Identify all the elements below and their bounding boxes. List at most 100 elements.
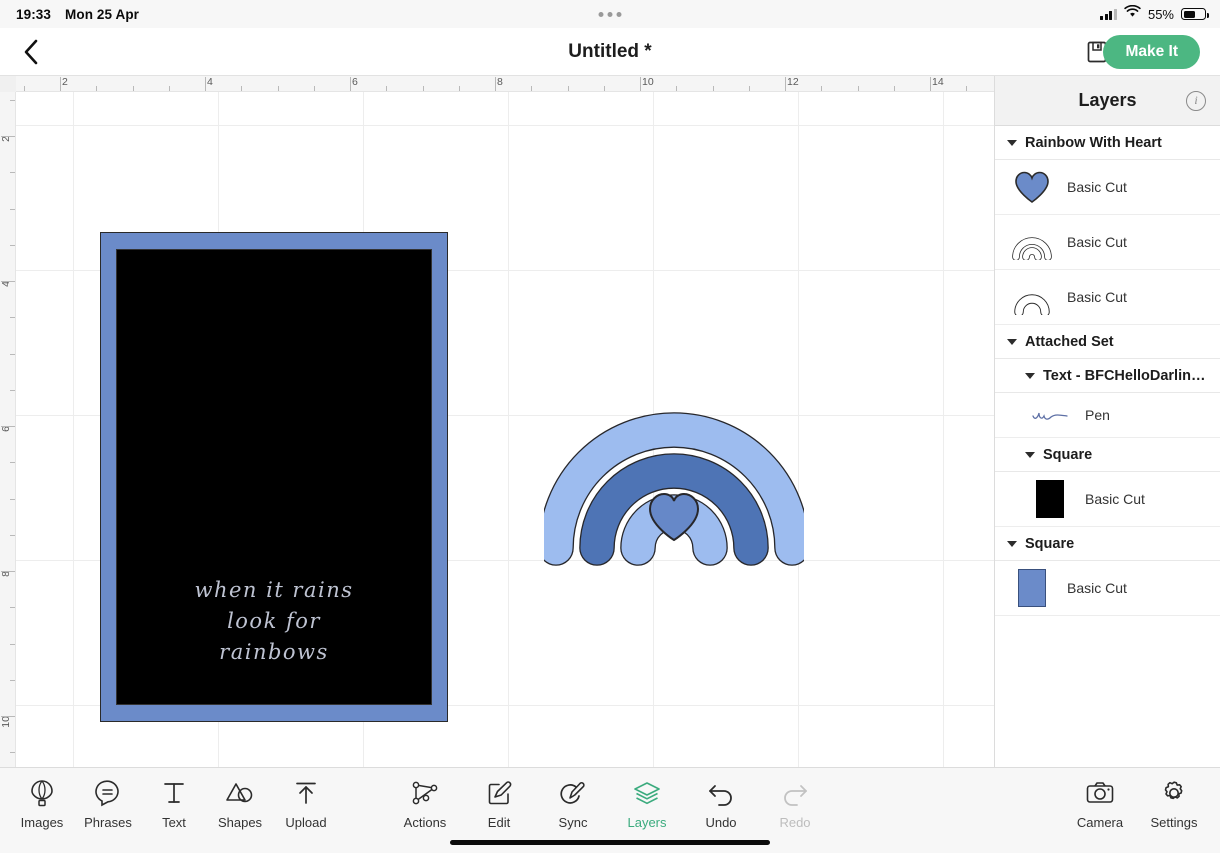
double-arc-thumb-icon xyxy=(1011,221,1053,263)
layers-title: Layers xyxy=(1078,90,1137,110)
layer-row-single-arc[interactable]: Basic Cut xyxy=(995,270,1220,325)
tool-actions[interactable]: Actions xyxy=(397,778,453,830)
tool-sync[interactable]: Sync xyxy=(545,778,601,830)
tool-edit[interactable]: Edit xyxy=(471,778,527,830)
layer-row-label: Basic Cut xyxy=(1067,179,1127,195)
tool-layers[interactable]: Layers xyxy=(619,778,675,830)
blue-square-thumb-icon xyxy=(1011,567,1053,609)
tool-shapes[interactable]: Shapes xyxy=(212,778,268,830)
quote-line-2: look for xyxy=(227,609,321,633)
layer-group-label: Text - BFCHelloDarling-... xyxy=(1043,367,1208,384)
design-canvas[interactable]: when it rains look for rainbows xyxy=(16,92,994,767)
nodes-icon xyxy=(411,778,439,808)
quote-line-3: rainbows xyxy=(219,640,329,664)
layer-group-attached-set[interactable]: Attached Set xyxy=(995,325,1220,359)
tool-label: Layers xyxy=(627,815,667,830)
tool-redo[interactable]: Redo xyxy=(767,778,823,830)
tool-label: Camera xyxy=(1076,815,1124,830)
back-button[interactable] xyxy=(10,28,52,76)
toolbar-left-group: Images Phrases Text Shapes Upload xyxy=(14,778,334,830)
layer-group-square-blue[interactable]: Square xyxy=(995,527,1220,561)
quote-line-1: when it rains xyxy=(194,578,354,602)
caret-down-icon[interactable] xyxy=(1025,372,1035,379)
speech-bubble-icon xyxy=(94,778,122,808)
ruler-h-label: 12 xyxy=(787,76,799,88)
layer-row-label: Basic Cut xyxy=(1067,580,1127,596)
layer-group-rainbow-with-heart[interactable]: Rainbow With Heart xyxy=(995,126,1220,160)
tool-text[interactable]: Text xyxy=(146,778,202,830)
tool-images[interactable]: Images xyxy=(14,778,70,830)
pencil-square-icon xyxy=(485,778,513,808)
ruler-h-label: 2 xyxy=(62,76,68,88)
caret-down-icon[interactable] xyxy=(1007,338,1017,345)
tool-label: Text xyxy=(162,815,186,830)
layers-panel: Layers i Rainbow With Heart Basic Cut Ba… xyxy=(994,76,1220,767)
rainbow-with-heart-object[interactable] xyxy=(538,248,810,568)
layer-group-square-black[interactable]: Square xyxy=(995,438,1220,472)
layer-group-text-bfchellodarling[interactable]: Text - BFCHelloDarling-... xyxy=(995,359,1220,393)
chevron-left-icon xyxy=(24,39,38,65)
info-icon[interactable]: i xyxy=(1186,90,1206,111)
layer-row-pen[interactable]: Pen xyxy=(995,393,1220,438)
status-bar-right: 55% xyxy=(1100,4,1209,23)
layer-row-label: Basic Cut xyxy=(1067,234,1127,250)
layer-row-heart[interactable]: Basic Cut xyxy=(995,160,1220,215)
horizontal-ruler: 2 4 6 8 10 12 14 xyxy=(0,76,994,92)
wifi-icon xyxy=(1124,4,1141,23)
bottom-toolbar: Images Phrases Text Shapes Upload Action… xyxy=(0,767,1220,853)
toolbar-center-group: Actions Edit Sync Layers Undo Redo xyxy=(397,778,823,830)
ruler-v-label: 10 xyxy=(0,716,12,728)
ruler-corner xyxy=(0,76,16,92)
layer-row-double-arc[interactable]: Basic Cut xyxy=(995,215,1220,270)
tool-label: Sync xyxy=(558,815,588,830)
caret-down-icon[interactable] xyxy=(1007,139,1017,146)
script-squiggle-thumb-icon xyxy=(1029,394,1071,436)
tool-camera[interactable]: Camera xyxy=(1072,778,1128,830)
layer-row-blue-square[interactable]: Basic Cut xyxy=(995,561,1220,616)
ruler-h-label: 8 xyxy=(497,76,503,88)
layers-stack-icon xyxy=(633,778,661,808)
poster-object[interactable]: when it rains look for rainbows xyxy=(100,232,448,722)
tool-label: Images xyxy=(20,815,64,830)
tool-label: Upload xyxy=(285,815,327,830)
heart-thumb-icon xyxy=(1011,166,1053,208)
tool-label: Settings xyxy=(1150,815,1198,830)
ruler-h-label: 14 xyxy=(932,76,944,88)
camera-icon xyxy=(1085,778,1115,808)
layer-row-black-square[interactable]: Basic Cut xyxy=(995,472,1220,527)
redo-arrow-icon xyxy=(781,778,809,808)
page-title[interactable]: Untitled * xyxy=(568,41,651,63)
layer-group-label: Square xyxy=(1043,446,1093,463)
tool-label: Undo xyxy=(705,815,737,830)
ruler-h-label: 6 xyxy=(352,76,358,88)
battery-percent: 55% xyxy=(1147,6,1174,22)
multitask-dots-icon[interactable] xyxy=(598,11,622,17)
tool-upload[interactable]: Upload xyxy=(278,778,334,830)
layer-row-label: Basic Cut xyxy=(1085,491,1145,507)
text-t-icon xyxy=(162,778,186,808)
tool-undo[interactable]: Undo xyxy=(693,778,749,830)
ruler-h-label: 10 xyxy=(642,76,654,88)
make-it-button[interactable]: Make It xyxy=(1103,34,1200,69)
poster-black-mat[interactable]: when it rains look for rainbows xyxy=(116,249,432,705)
tool-label: Phrases xyxy=(84,815,132,830)
home-indicator[interactable] xyxy=(450,840,770,845)
tool-label: Actions xyxy=(403,815,447,830)
design-workspace[interactable]: when it rains look for rainbows 2 4 6 8 … xyxy=(0,76,994,767)
tool-settings[interactable]: Settings xyxy=(1146,778,1202,830)
black-square-thumb-icon xyxy=(1029,478,1071,520)
poster-quote-text: when it rains look for rainbows xyxy=(117,575,431,668)
cellular-signal-icon xyxy=(1100,8,1117,20)
tool-label: Redo xyxy=(779,815,811,830)
ruler-h-label: 4 xyxy=(207,76,213,88)
caret-down-icon[interactable] xyxy=(1007,540,1017,547)
caret-down-icon[interactable] xyxy=(1025,451,1035,458)
status-bar-left: 19:33 Mon 25 Apr xyxy=(16,7,139,22)
layer-group-label: Rainbow With Heart xyxy=(1025,134,1162,151)
status-time: 19:33 xyxy=(16,6,52,22)
status-bar: 19:33 Mon 25 Apr 55% xyxy=(0,0,1220,28)
tool-label: Shapes xyxy=(217,815,263,830)
layer-group-label: Attached Set xyxy=(1025,333,1114,350)
layer-group-label: Square xyxy=(1025,535,1075,552)
tool-phrases[interactable]: Phrases xyxy=(80,778,136,830)
